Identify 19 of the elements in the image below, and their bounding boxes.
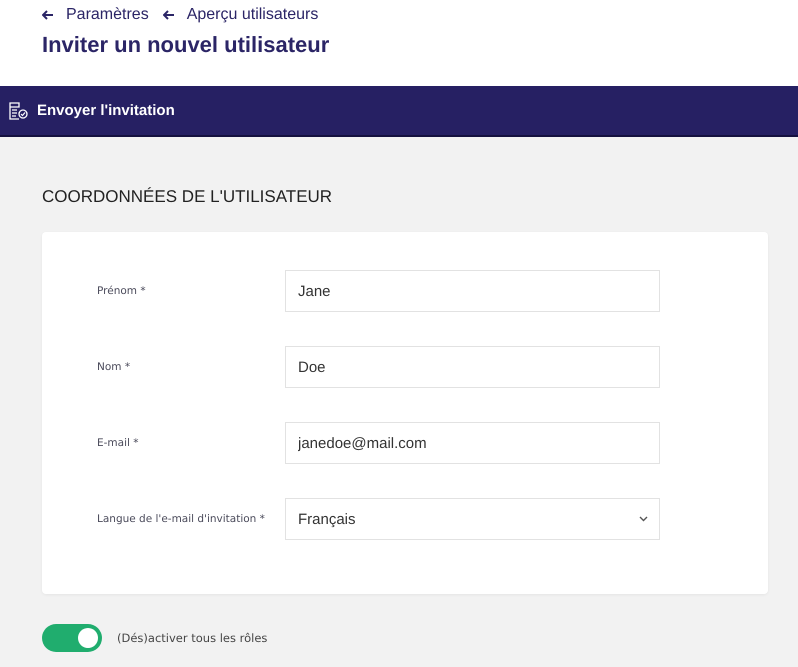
field-label: Prénom * — [97, 285, 147, 297]
breadcrumb-link[interactable]: Aperçu utilisateurs — [162, 6, 318, 24]
field-label: E-mail * — [97, 437, 140, 449]
language-select[interactable]: Français — [285, 498, 660, 540]
page-title: Inviter un nouvel utilisateur — [42, 32, 330, 58]
section-title: COORDONNÉES DE L'UTILISATEUR — [42, 187, 334, 207]
field-label: Langue de l'e-mail d'invitation * — [97, 513, 266, 525]
breadcrumb-link[interactable]: Paramètres — [42, 6, 149, 24]
back-arrow-icon — [162, 10, 175, 20]
toggle-label: (Dés)activer tous les rôles — [117, 631, 268, 645]
input-field[interactable]: Doe — [285, 346, 660, 388]
field-label: Nom * — [97, 361, 132, 373]
send-invitation-button[interactable]: Envoyer l'invitation — [8, 102, 175, 120]
chevron-down-icon — [639, 516, 648, 522]
back-arrow-icon — [42, 10, 54, 20]
input-field[interactable]: janedoe@mail.com — [285, 422, 660, 464]
toggle-switch[interactable] — [42, 624, 102, 652]
document-check-icon — [8, 102, 28, 120]
input-field[interactable]: Jane — [285, 270, 660, 312]
